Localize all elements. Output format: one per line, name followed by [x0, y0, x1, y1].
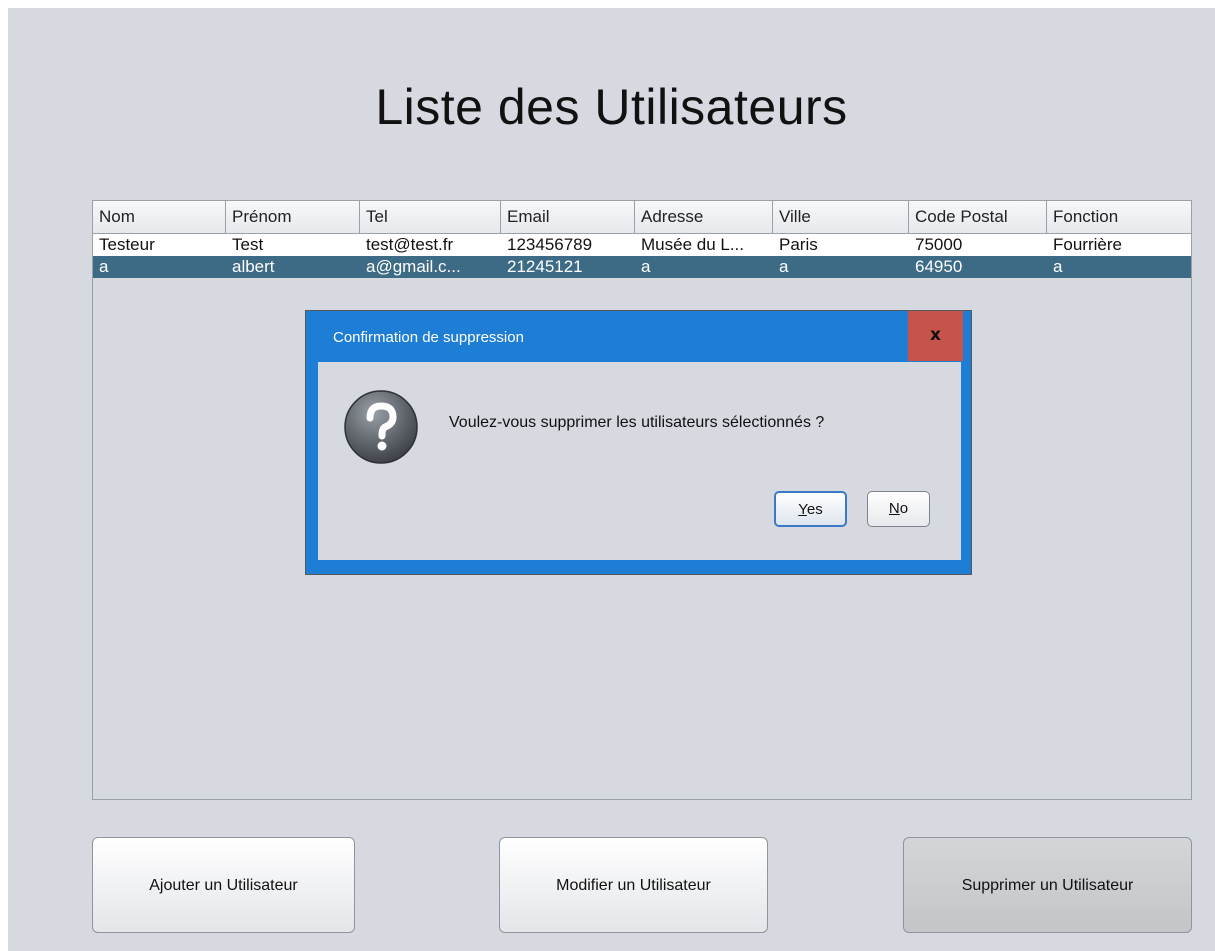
table-cell: a	[779, 257, 789, 276]
table-body: Testeur Test test@test.fr 123456789 Musé…	[93, 234, 1191, 278]
table-header: Nom Prénom Tel Email Adresse Ville Code …	[93, 201, 1191, 234]
confirm-delete-dialog: Confirmation de suppression x Voulez-vou…	[305, 310, 972, 575]
table-cell: a@gmail.c...	[366, 257, 461, 276]
table-cell: 123456789	[507, 235, 593, 254]
table-cell: Paris	[779, 235, 818, 254]
close-button[interactable]: x	[908, 311, 963, 361]
table-cell: test@test.fr	[366, 235, 454, 254]
yes-button[interactable]: Yes	[774, 491, 847, 527]
table-cell: Test	[232, 235, 264, 254]
table-cell: a	[99, 257, 109, 276]
delete-user-button[interactable]: Supprimer un Utilisateur	[903, 837, 1192, 933]
dialog-title: Confirmation de suppression	[333, 329, 524, 346]
column-header-prenom[interactable]: Prénom	[226, 201, 360, 233]
table-cell: 64950	[915, 257, 963, 276]
column-header-email[interactable]: Email	[501, 201, 635, 233]
yes-mnemonic: Y	[798, 501, 807, 518]
column-header-fonction[interactable]: Fonction	[1047, 201, 1191, 233]
table-cell: Fourrière	[1053, 235, 1122, 254]
add-user-button[interactable]: Ajouter un Utilisateur	[92, 837, 355, 933]
table-cell: a	[641, 257, 651, 276]
no-button[interactable]: No	[867, 491, 930, 527]
table-row[interactable]: Testeur Test test@test.fr 123456789 Musé…	[93, 234, 1191, 256]
table-cell: Musée du L...	[641, 235, 745, 254]
table-cell: 75000	[915, 235, 963, 254]
table-cell: Testeur	[99, 235, 155, 254]
app-window: Liste des Utilisateurs Nom Prénom Tel Em…	[8, 8, 1215, 951]
edit-user-button[interactable]: Modifier un Utilisateur	[499, 837, 768, 933]
question-icon	[344, 390, 418, 464]
table-cell: 21245121	[507, 257, 583, 276]
table-cell: albert	[232, 257, 275, 276]
no-mnemonic: N	[888, 500, 900, 517]
yes-label: es	[806, 501, 823, 518]
column-header-code-postal[interactable]: Code Postal	[909, 201, 1047, 233]
dialog-body: Voulez-vous supprimer les utilisateurs s…	[318, 362, 961, 560]
table-row-selected[interactable]: a albert a@gmail.c... 21245121 a a 64950…	[93, 256, 1191, 278]
column-header-ville[interactable]: Ville	[773, 201, 909, 233]
page-title: Liste des Utilisateurs	[375, 79, 848, 135]
column-header-tel[interactable]: Tel	[360, 201, 501, 233]
column-header-nom[interactable]: Nom	[93, 201, 226, 233]
column-header-adresse[interactable]: Adresse	[635, 201, 773, 233]
dialog-message: Voulez-vous supprimer les utilisateurs s…	[449, 414, 825, 431]
table-cell: a	[1053, 257, 1063, 276]
no-label: o	[899, 500, 909, 517]
